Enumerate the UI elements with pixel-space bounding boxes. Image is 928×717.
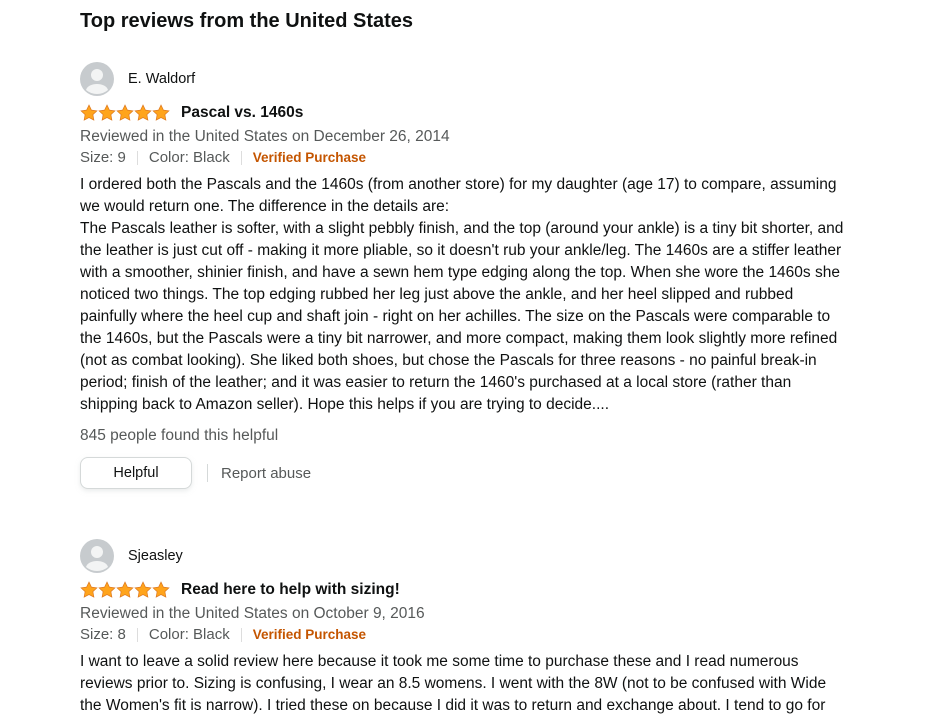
star-icon [134, 581, 152, 598]
verified-purchase-badge[interactable]: Verified Purchase [253, 624, 366, 646]
star-rating[interactable] [80, 104, 170, 122]
divider [240, 628, 242, 642]
divider [136, 151, 138, 165]
star-icon [98, 581, 116, 598]
reviewer-name: Sjeasley [128, 548, 183, 564]
avatar-icon [80, 539, 114, 573]
divider [240, 151, 242, 165]
avatar-icon [80, 62, 114, 96]
review-date: Reviewed in the United States on Decembe… [80, 128, 450, 145]
star-icon [134, 104, 152, 121]
review-title[interactable]: Read here to help with sizing! [181, 581, 400, 599]
star-icon [80, 104, 98, 121]
reviewer-profile[interactable]: Sjeasley [80, 539, 850, 573]
star-icon [116, 581, 134, 598]
star-icon [80, 581, 98, 598]
review-variant-info: Size: 9 Color: Black Verified Purchase [80, 147, 850, 169]
verified-purchase-badge[interactable]: Verified Purchase [253, 147, 366, 169]
review: Sjeasley Read here to help with sizing! … [80, 539, 850, 717]
star-rating[interactable] [80, 581, 170, 599]
review-body: I ordered both the Pascals and the 1460s… [80, 174, 850, 416]
review-paragraph: The Pascals leather is softer, with a sl… [80, 220, 844, 413]
size-option[interactable]: Size: 9 [80, 147, 126, 169]
color-option[interactable]: Color: Black [149, 147, 230, 169]
divider [207, 464, 208, 482]
reviewer-name: E. Waldorf [128, 71, 196, 87]
review-body: I want to leave a solid review here beca… [80, 651, 850, 717]
size-option[interactable]: Size: 8 [80, 624, 126, 646]
star-icon [152, 581, 170, 598]
section-title: Top reviews from the United States [80, 10, 414, 32]
star-icon [98, 104, 116, 121]
helpful-count: 845 people found this helpful [80, 427, 279, 444]
review-paragraph: I want to leave a solid review here beca… [80, 653, 827, 714]
reviewer-profile[interactable]: E. Waldorf [80, 62, 850, 96]
review-paragraph: I ordered both the Pascals and the 1460s… [80, 176, 837, 215]
review-date: Reviewed in the United States on October… [80, 605, 425, 622]
divider [136, 628, 138, 642]
star-icon [116, 104, 134, 121]
review-title[interactable]: Pascal vs. 1460s [181, 104, 303, 122]
review-variant-info: Size: 8 Color: Black Verified Purchase [80, 624, 850, 646]
review: E. Waldorf Pascal vs. 1460s Reviewed in … [80, 62, 850, 489]
color-option[interactable]: Color: Black [149, 624, 230, 646]
report-abuse-link[interactable]: Report abuse [221, 465, 311, 482]
star-icon [152, 104, 170, 121]
helpful-button[interactable]: Helpful [80, 457, 192, 489]
